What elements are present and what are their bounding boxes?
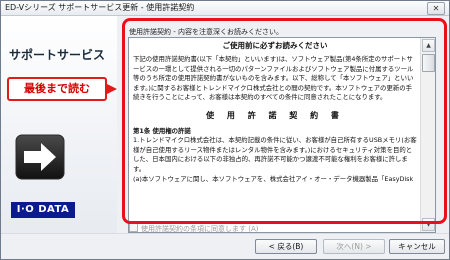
license-intro: 下記の使用許諾契約書(以下「本契約」といいます)は、ソフトウェア製品(第4条所定… [133,55,414,102]
callout-pointer [105,83,117,95]
title-bar[interactable]: ED-Vシリーズ サポートサービス更新 - 使用許諾契約 ✕ [1,1,449,16]
brand-logo: I·O DATA [11,202,75,218]
vertical-scrollbar[interactable]: ▲ ▼ [420,38,435,232]
sidebar-title: サポートサービス [9,48,106,62]
back-button[interactable]: < 戻る(B) [255,239,317,254]
next-button[interactable]: 次へ(N) > [323,239,385,254]
agree-checkbox[interactable] [129,223,138,232]
button-bar: < 戻る(B) 次へ(N) > キャンセル [1,233,449,259]
license-panel: 使用許諾契約 - 内容を注意深くお読みください。 ご使用前に必ずお読みください … [119,16,449,244]
license-heading: ご使用前に必ずお読みください [222,41,328,50]
window-title: ED-Vシリーズ サポートサービス更新 - 使用許諾契約 [5,3,195,12]
installer-window: ED-Vシリーズ サポートサービス更新 - 使用許諾契約 ✕ サポートサービス … [0,0,450,260]
agree-label: 使用許諾契約の条項に同意します (A) [141,225,259,233]
wizard-sidebar: サポートサービス I·O DATA [1,16,117,244]
cancel-button[interactable]: キャンセル [389,239,445,254]
article-title: 第1条 使用権の許諾 [133,126,191,135]
arrow-right-icon [15,134,65,180]
scroll-up-button[interactable]: ▲ [422,39,435,52]
license-text: ご使用前に必ずお読みください 下記の使用許諾契約書(以下「本契約」といいます)は… [129,38,421,232]
contract-title: 使 用 許 諾 契 約 書 [206,110,344,120]
scroll-down-button[interactable]: ▼ [422,218,435,231]
close-button[interactable]: ✕ [427,2,445,15]
license-clause: (a)本ソフトウェアに関し、本ソフトウェアを、株式会社アイ・オー・データ機器製品… [133,174,414,183]
callout-label: 最後まで読む [7,77,107,101]
scroll-thumb[interactable] [422,54,435,72]
license-text-area[interactable]: ご使用前に必ずお読みください 下記の使用許諾契約書(以下「本契約」といいます)は… [128,37,436,233]
license-clause: 1.トレンドマイクロ株式会社は、本契約記載の条件に従い、お客様が自己所有するUS… [133,136,417,173]
instruction-text: 使用許諾契約 - 内容を注意深くお読みください。 [129,28,283,36]
